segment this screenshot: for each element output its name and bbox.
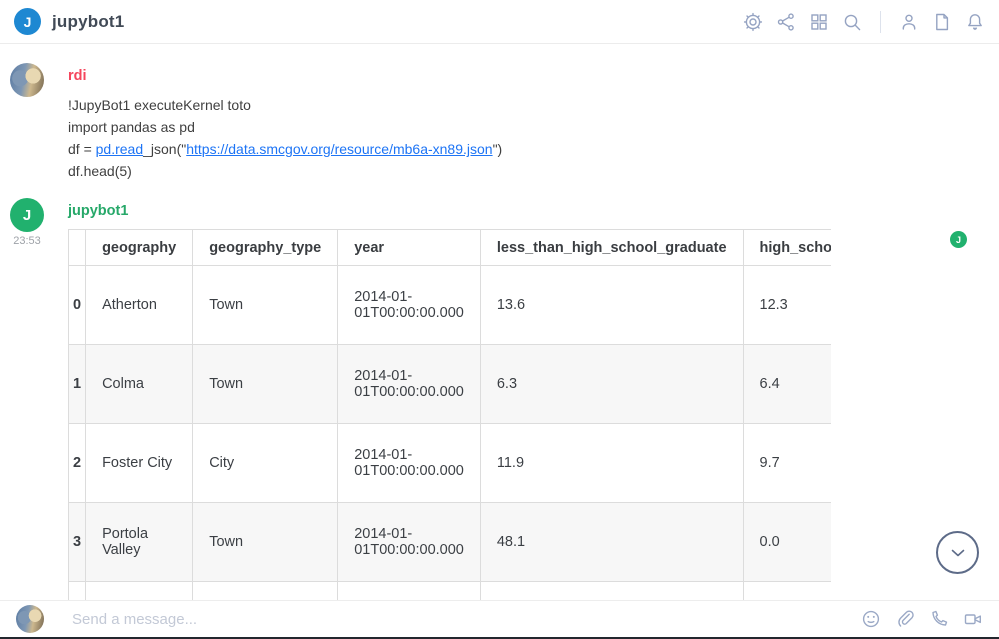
table-cell: 2014-01-01T00:00:00.000 (338, 424, 481, 503)
column-header: year (338, 230, 481, 266)
message-rdi-body: !JupyBot1 executeKernel toto import pand… (68, 94, 502, 182)
message-list: rdi !JupyBot1 executeKernel toto import … (0, 44, 999, 600)
search-icon[interactable] (842, 12, 862, 32)
toolbar-divider (880, 11, 881, 33)
table-cell: 2 (69, 424, 86, 503)
message-timestamp: 23:53 (10, 235, 44, 247)
jump-to-bottom-button[interactable] (936, 531, 979, 574)
message-line: !JupyBot1 executeKernel toto (68, 94, 502, 116)
avatar-jupybot1[interactable]: J (10, 198, 44, 232)
table-cell (480, 582, 743, 601)
message-line: df = pd.read_json("https://data.smcgov.o… (68, 138, 502, 160)
table-cell: 6.3 (480, 345, 743, 424)
emoji-icon[interactable] (861, 609, 881, 629)
table-row (69, 582, 832, 601)
attach-icon[interactable] (895, 609, 915, 629)
table-cell: City (193, 424, 338, 503)
composer-user-avatar (16, 605, 44, 633)
code-text: ") (493, 141, 503, 157)
column-header: geography (86, 230, 193, 266)
table-cell (338, 582, 481, 601)
table-cell: Town (193, 503, 338, 582)
pd-read-link[interactable]: pd.read (96, 141, 143, 157)
table-cell: 0.0 (743, 503, 831, 582)
table-row: 0AthertonTown2014-01-01T00:00:00.00013.6… (69, 266, 832, 345)
video-icon[interactable] (963, 609, 983, 629)
table-cell: 11.9 (480, 424, 743, 503)
table-cell: 2014-01-01T00:00:00.000 (338, 503, 481, 582)
code-text: df = (68, 141, 96, 157)
username-jupybot1[interactable]: jupybot1 (68, 203, 128, 219)
avatar-rdi[interactable] (10, 63, 44, 97)
column-header: high_school_graduate (743, 230, 831, 266)
table-row: 3Portola ValleyTown2014-01-01T00:00:00.0… (69, 503, 832, 582)
table-cell: 1 (69, 345, 86, 424)
table-cell: 2014-01-01T00:00:00.000 (338, 345, 481, 424)
phone-icon[interactable] (929, 609, 949, 629)
table-cell: 2014-01-01T00:00:00.000 (338, 266, 481, 345)
table-cell: 3 (69, 503, 86, 582)
room-title: jupybot1 (52, 12, 124, 32)
dataset-url-link[interactable]: https://data.smcgov.org/resource/mb6a-xn… (186, 141, 492, 157)
table-cell: Atherton (86, 266, 193, 345)
column-header: less_than_high_school_graduate (480, 230, 743, 266)
message-composer (0, 600, 999, 637)
composer-actions (861, 609, 983, 629)
table-cell: 0 (69, 266, 86, 345)
message-line: import pandas as pd (68, 116, 502, 138)
file-icon[interactable] (932, 12, 952, 32)
header-toolbar (743, 11, 985, 33)
table-cell: 9.7 (743, 424, 831, 503)
table-cell: 13.6 (480, 266, 743, 345)
person-icon[interactable] (899, 12, 919, 32)
share-icon[interactable] (776, 12, 796, 32)
table-cell: Town (193, 345, 338, 424)
code-text: _json(" (143, 141, 186, 157)
table-cell: 12.3 (743, 266, 831, 345)
table-row: 2Foster CityCity2014-01-01T00:00:00.0001… (69, 424, 832, 503)
bell-icon[interactable] (965, 12, 985, 32)
table-cell: 6.4 (743, 345, 831, 424)
username-rdi[interactable]: rdi (68, 68, 87, 84)
table-cell: Town (193, 266, 338, 345)
table-cell: Foster City (86, 424, 193, 503)
read-receipt-badge: J (950, 231, 967, 248)
gear-icon[interactable] (743, 12, 763, 32)
table-cell (743, 582, 831, 601)
room-header: J jupybot1 (0, 0, 999, 44)
dataframe-table: geographygeography_typeyearless_than_hig… (68, 229, 831, 600)
chevron-down-icon (949, 544, 967, 562)
room-avatar: J (14, 8, 41, 35)
column-header: geography_type (193, 230, 338, 266)
table-cell: Colma (86, 345, 193, 424)
grid-icon[interactable] (809, 12, 829, 32)
table-cell (193, 582, 338, 601)
table-cell: Portola Valley (86, 503, 193, 582)
message-input[interactable] (72, 611, 861, 628)
column-header (69, 230, 86, 266)
table-cell (86, 582, 193, 601)
dataframe-table-container: geographygeography_typeyearless_than_hig… (68, 229, 831, 600)
table-row: 1ColmaTown2014-01-01T00:00:00.0006.36.4 (69, 345, 832, 424)
message-line: df.head(5) (68, 160, 502, 182)
table-cell (69, 582, 86, 601)
table-cell: 48.1 (480, 503, 743, 582)
table-header-row: geographygeography_typeyearless_than_hig… (69, 230, 832, 266)
